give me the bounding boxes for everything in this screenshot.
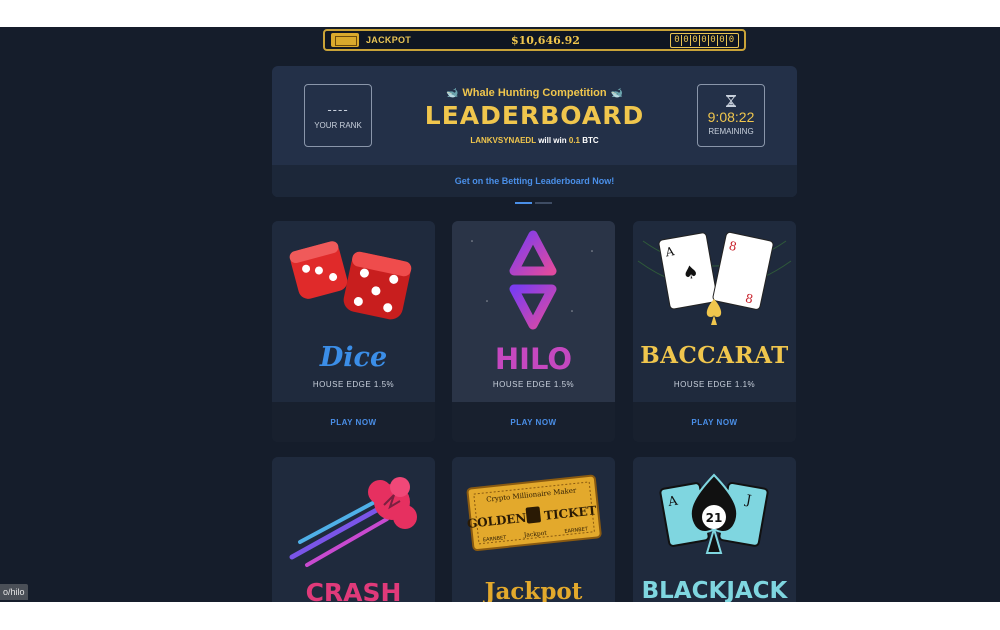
top-margin	[0, 0, 1000, 27]
game-card-blackjack[interactable]: A J 21 BLACKJACK	[633, 457, 796, 602]
winner-name: LANKVSYNAEDL	[470, 136, 536, 145]
play-now-button[interactable]: PLAY NOW	[691, 418, 737, 427]
play-now-button[interactable]: PLAY NOW	[330, 418, 376, 427]
game-card-dice[interactable]: Dice HOUSE EDGE 1.5% PLAY NOW	[272, 221, 435, 442]
winner-line: LANKVSYNAEDL will win 0.1 BTC	[412, 136, 657, 145]
crash-rocket-icon	[289, 477, 417, 567]
your-rank-value: ----	[327, 101, 349, 117]
game-title: HILO	[494, 342, 573, 376]
your-rank-label: YOUR RANK	[314, 120, 362, 130]
blackjack-spade-icon: A J 21	[659, 473, 769, 554]
hilo-arrows-icon	[471, 230, 593, 330]
blackjack-badge: 21	[706, 511, 723, 525]
game-title: BLACKJACK	[641, 578, 788, 602]
carousel-dot-active[interactable]	[515, 202, 532, 204]
game-title: Jackpot	[484, 578, 583, 602]
jackpot-digit: 0	[682, 35, 691, 46]
game-card-hilo[interactable]: HILO HOUSE EDGE 1.5% PLAY NOW	[452, 221, 615, 442]
house-edge: HOUSE EDGE 1.1%	[673, 380, 756, 389]
game-title: BACCARAT	[640, 342, 789, 369]
whale-icon: 🐋	[610, 87, 624, 99]
jackpot-label: JACKPOT	[366, 35, 412, 45]
leaderboard-title: LEADERBOARD	[424, 101, 645, 130]
play-now-button[interactable]: PLAY NOW	[510, 418, 556, 427]
status-bar-url: o/hilo	[0, 584, 28, 600]
bottom-margin	[0, 602, 1000, 630]
golden-ticket-icon: Crypto Millionaire Maker GOLDEN TICKET E…	[466, 474, 602, 552]
house-edge: HOUSE EDGE 1.5%	[312, 380, 395, 389]
game-card-crash[interactable]: CRASH	[272, 457, 435, 602]
time-remaining-value: 9:08:22	[707, 109, 755, 125]
competition-title: Whale Hunting Competition	[462, 87, 607, 99]
time-remaining-label: REMAINING	[708, 127, 754, 136]
jackpot-bar[interactable]: JACKPOT $10,646.92 0 0 0 0 0 0 0	[323, 29, 746, 51]
carousel-dots	[515, 202, 552, 204]
playing-cards-icon: A ♠ 8 8	[637, 231, 792, 325]
winner-text: will win	[538, 136, 567, 145]
carousel-dot[interactable]	[535, 202, 552, 204]
jackpot-digit: 0	[718, 35, 727, 46]
winner-currency: BTC	[582, 136, 599, 145]
jackpot-digit: 0	[673, 35, 682, 46]
jackpot-digit: 0	[709, 35, 718, 46]
house-edge: HOUSE EDGE 1.5%	[492, 380, 575, 389]
game-card-baccarat[interactable]: A ♠ 8 8 BACCARAT HOUSE EDGE 1.1% PLAY NO…	[633, 221, 796, 442]
jackpot-counter: 0 0 0 0 0 0 0	[670, 33, 739, 48]
jackpot-ticket-icon	[331, 33, 359, 47]
jackpot-digit: 0	[728, 35, 735, 45]
whale-icon: 🐋	[445, 87, 459, 99]
casino-page: JACKPOT $10,646.92 0 0 0 0 0 0 0 ---- YO…	[0, 27, 1000, 602]
leaderboard-cta-link[interactable]: Get on the Betting Leaderboard Now!	[455, 176, 615, 186]
banner-footer: Get on the Betting Leaderboard Now!	[272, 165, 797, 197]
leaderboard-banner[interactable]: ---- YOUR RANK 🐋 Whale Hunting Competiti…	[272, 66, 797, 197]
hourglass-icon	[726, 95, 736, 107]
time-remaining-box: 9:08:22 REMAINING	[697, 84, 765, 147]
jackpot-amount: $10,646.92	[511, 33, 580, 47]
game-card-jackpot[interactable]: Crypto Millionaire Maker GOLDEN TICKET E…	[452, 457, 615, 602]
jackpot-digit: 0	[700, 35, 709, 46]
jackpot-digit: 0	[691, 35, 700, 46]
game-title: Dice	[319, 342, 388, 373]
dice-icon	[289, 241, 412, 320]
your-rank-box: ---- YOUR RANK	[304, 84, 372, 147]
winner-amount: 0.1	[568, 136, 580, 145]
game-title: CRASH	[305, 578, 402, 602]
leaderboard-heading: 🐋 Whale Hunting Competition 🐋 LEADERBOAR…	[412, 87, 657, 145]
